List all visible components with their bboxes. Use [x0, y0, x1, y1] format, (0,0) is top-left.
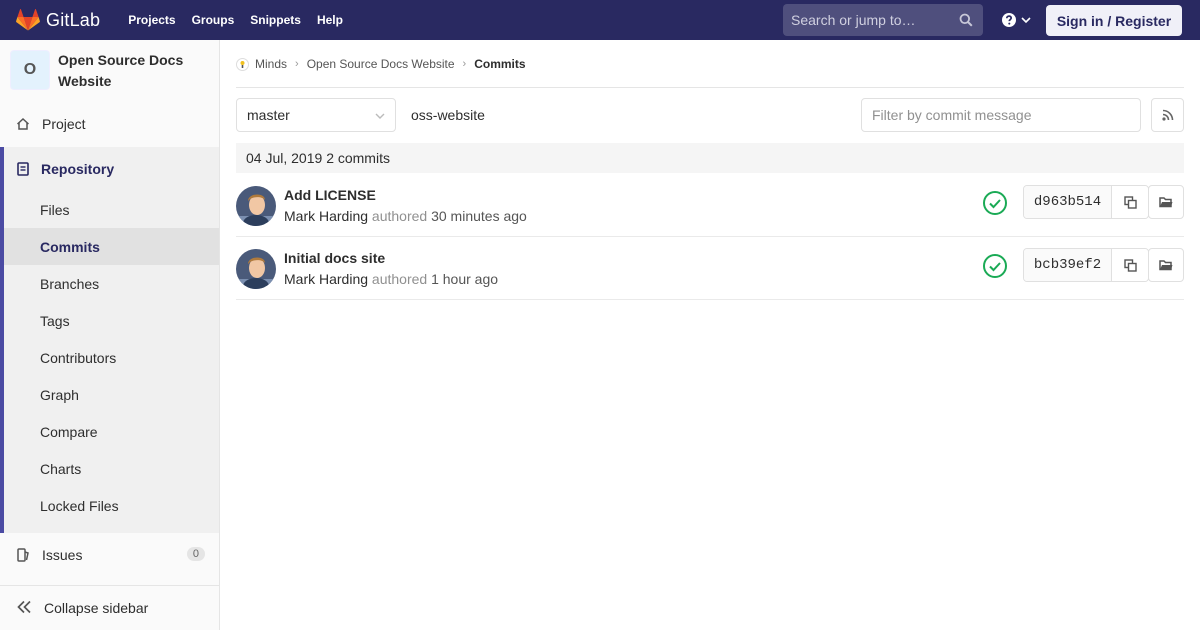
sidebar-item-label: Project [42, 116, 86, 132]
commit-sha-group: bcb39ef2 [1023, 248, 1149, 282]
folder-open-icon [1159, 197, 1173, 208]
browse-files-button[interactable] [1148, 248, 1184, 282]
sidebar-item-issues[interactable]: Issues 0 [0, 534, 219, 576]
breadcrumb-divider [236, 87, 1184, 88]
sidebar-item-charts[interactable]: Charts [4, 450, 219, 487]
avatar[interactable] [236, 249, 276, 289]
sidebar-item-label: Contributors [40, 349, 117, 366]
search-placeholder: Search or jump to… [791, 12, 916, 28]
branch-value: master [247, 107, 290, 123]
brand-name: GitLab [46, 9, 101, 30]
home-icon [16, 117, 30, 131]
commit-filter-input[interactable] [861, 98, 1141, 132]
browse-files-button[interactable] [1148, 185, 1184, 219]
commit-sha[interactable]: d963b514 [1024, 186, 1112, 218]
sidebar-item-label: Issues [42, 547, 83, 563]
breadcrumb-project[interactable]: Open Source Docs Website [307, 57, 455, 71]
project-header[interactable]: O Open Source Docs Website [10, 50, 198, 92]
branch-dropdown[interactable]: master [236, 98, 396, 132]
sidebar-item-locked-files[interactable]: Locked Files [4, 487, 219, 524]
issues-icon [16, 548, 30, 562]
question-circle-icon [1002, 13, 1016, 27]
nav-help[interactable]: Help [309, 0, 351, 40]
pipeline-success-icon[interactable] [982, 253, 1008, 279]
project-sidebar: O Open Source Docs Website Project Repos… [0, 40, 220, 630]
pipeline-success-icon[interactable] [982, 190, 1008, 216]
gitlab-tanuki-icon [16, 9, 40, 31]
commit-verb: authored [371, 271, 428, 287]
sidebar-item-tags[interactable]: Tags [4, 302, 219, 339]
project-avatar: O [10, 50, 50, 90]
chevron-down-icon [375, 113, 385, 119]
collapse-sidebar-button[interactable]: Collapse sidebar [0, 585, 219, 630]
project-name: Open Source Docs Website [58, 52, 184, 89]
doc-icon [16, 162, 30, 176]
minds-group-icon [236, 57, 249, 71]
commit-author[interactable]: Mark Harding [284, 271, 368, 287]
sidebar-item-label: Charts [40, 460, 82, 477]
chevron-down-icon [1021, 17, 1031, 24]
copy-sha-button[interactable] [1112, 249, 1148, 281]
sign-in-button[interactable]: Sign in / Register [1046, 5, 1182, 36]
collapse-label: Collapse sidebar [44, 600, 149, 616]
commit-sha[interactable]: bcb39ef2 [1024, 249, 1112, 281]
nav-groups[interactable]: Groups [184, 0, 243, 40]
sidebar-item-branches[interactable]: Branches [4, 265, 219, 302]
nav-links: Projects Groups Snippets Help [120, 0, 351, 40]
breadcrumb-current[interactable]: Commits [474, 57, 525, 71]
commit-count: 2 commits [326, 150, 390, 166]
rss-feed-button[interactable] [1151, 98, 1184, 132]
path-label: oss-website [411, 107, 485, 123]
sidebar-item-commits[interactable]: Commits [4, 228, 219, 265]
top-navbar: GitLab Projects Groups Snippets Help Sea… [0, 0, 1200, 40]
commit-sha-group: d963b514 [1023, 185, 1149, 219]
sidebar-item-contributors[interactable]: Contributors [4, 339, 219, 376]
sidebar-item-repository[interactable]: Repository [4, 147, 219, 191]
avatar[interactable] [236, 186, 276, 226]
commits-day-text: 04 Jul, 2019 2 commits [246, 150, 390, 166]
rss-icon [1161, 109, 1173, 121]
global-search-input[interactable]: Search or jump to… [783, 4, 983, 36]
commit-date: 04 Jul, 2019 [246, 150, 323, 166]
breadcrumb-group[interactable]: Minds [255, 57, 287, 71]
breadcrumb: Minds › Open Source Docs Website › Commi… [236, 56, 526, 72]
commit-meta: Mark Harding authored 1 hour ago [284, 271, 498, 287]
copy-icon [1123, 195, 1137, 209]
sidebar-item-graph[interactable]: Graph [4, 376, 219, 413]
commit-time: 1 hour ago [431, 271, 499, 287]
commit-title[interactable]: Initial docs site [284, 250, 385, 266]
copy-sha-button[interactable] [1112, 186, 1148, 218]
sidebar-item-project[interactable]: Project [0, 103, 219, 145]
commit-title[interactable]: Add LICENSE [284, 187, 376, 203]
commits-day-header: 04 Jul, 2019 2 commits [236, 143, 1184, 173]
sidebar-item-label: Locked Files [40, 497, 119, 514]
folder-open-icon [1159, 260, 1173, 271]
sidebar-item-label: Branches [40, 275, 100, 292]
table-row: Add LICENSE Mark Harding authored 30 min… [236, 174, 1184, 237]
sidebar-item-label: Graph [40, 386, 79, 403]
table-row: Initial docs site Mark Harding authored … [236, 237, 1184, 300]
sidebar-item-compare[interactable]: Compare [4, 413, 219, 450]
nav-snippets[interactable]: Snippets [242, 0, 309, 40]
issues-count-badge: 0 [186, 547, 205, 561]
help-dropdown[interactable] [1001, 12, 1031, 28]
sidebar-item-label: Commits [40, 238, 100, 255]
double-chevron-left-icon [16, 600, 32, 617]
copy-icon [1123, 258, 1137, 272]
commit-meta: Mark Harding authored 30 minutes ago [284, 208, 527, 224]
chevron-right-icon: › [295, 58, 299, 70]
sidebar-item-label: Compare [40, 423, 98, 440]
commit-verb: authored [371, 208, 428, 224]
sidebar-item-label: Repository [41, 161, 115, 177]
gitlab-home-link[interactable]: GitLab [16, 0, 100, 40]
nav-projects[interactable]: Projects [120, 0, 183, 40]
commit-time: 30 minutes ago [431, 208, 527, 224]
chevron-right-icon: › [462, 58, 467, 70]
sidebar-item-label: Tags [40, 312, 70, 329]
search-icon [959, 13, 973, 27]
sidebar-item-files[interactable]: Files [4, 191, 219, 228]
sidebar-item-label: Files [40, 201, 70, 218]
sidebar-repository-section: Repository Files Commits Branches Tags C… [0, 147, 219, 533]
commit-author[interactable]: Mark Harding [284, 208, 368, 224]
